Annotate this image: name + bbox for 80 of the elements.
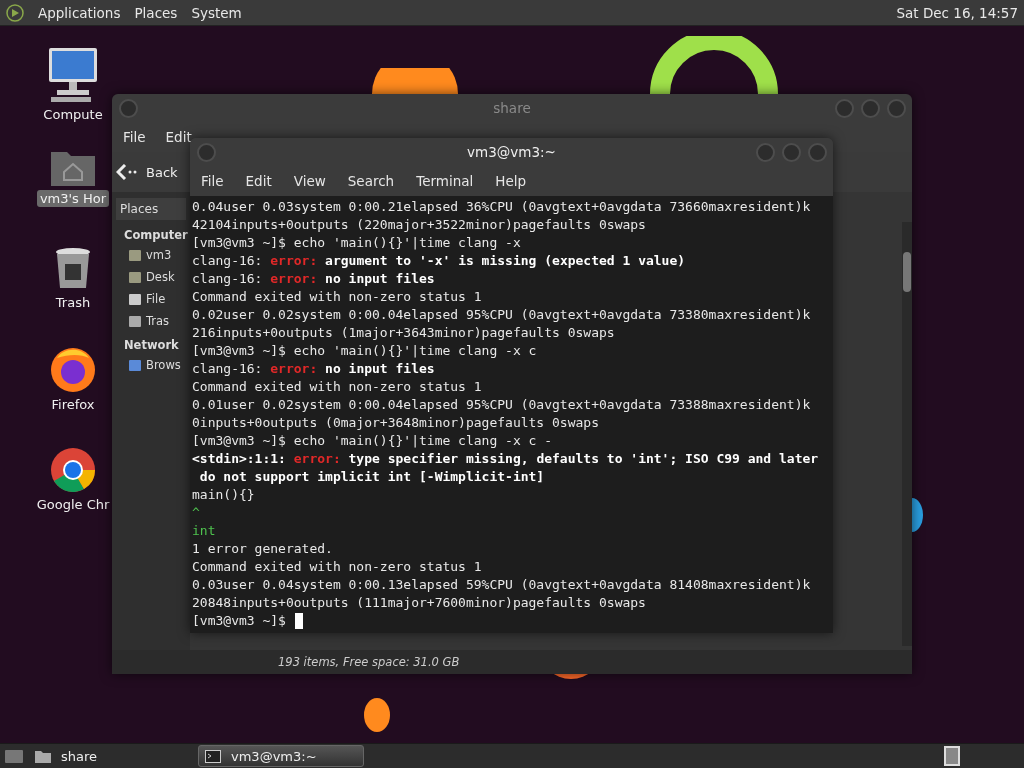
window-title: vm3@vm3:~ xyxy=(467,144,556,160)
sidebar-heading[interactable]: Places xyxy=(116,198,186,220)
terminal-line: [vm3@vm3 ~]$ echo 'main(){}'|time clang -x c xyxy=(192,342,537,360)
close-button[interactable] xyxy=(808,143,827,162)
close-button[interactable] xyxy=(887,99,906,118)
desktop-icon-label[interactable]: Trash xyxy=(52,294,94,311)
logo-icon xyxy=(6,3,24,22)
terminal-line: Command exited with non-zero status 1 xyxy=(192,288,482,306)
desktop-icon-label[interactable]: Compute xyxy=(40,106,106,123)
browser-icon xyxy=(49,346,97,394)
sidebar-item[interactable]: File xyxy=(146,292,166,306)
terminal-line: 42104inputs+0outputs (220major+3522minor)pagefaults 0swaps xyxy=(192,216,646,234)
terminal-line: Command exited with non-zero status 1 xyxy=(192,558,482,576)
minimize-button[interactable] xyxy=(835,99,854,118)
desktop-icon-label[interactable]: Google Chr xyxy=(33,496,113,513)
folder-icon xyxy=(35,749,51,763)
show-desktop-icon xyxy=(4,748,24,764)
sidebar-item[interactable]: Tras xyxy=(146,314,170,328)
terminal-line: <stdin>:1:1: error: type specifier missing, defaults to 'int'; ISO C99 and later xyxy=(192,450,819,468)
terminal-line: [vm3@vm3 ~]$ xyxy=(192,612,286,630)
sidebar-item[interactable]: Desk xyxy=(146,270,175,284)
maximize-button[interactable] xyxy=(861,99,880,118)
terminal-line: 0.04user 0.03system 0:00.21elapsed 36%CPU (0avgtext+0avgdata 73660maxresident)k xyxy=(192,198,811,216)
maximize-button[interactable] xyxy=(782,143,801,162)
workspace-switcher[interactable] xyxy=(944,746,960,766)
minimize-button[interactable] xyxy=(756,143,775,162)
menu-item[interactable]: Edit xyxy=(245,173,272,189)
menu-item[interactable]: Search xyxy=(347,173,395,189)
drive-icon xyxy=(128,292,142,306)
terminal-icon xyxy=(205,749,221,763)
taskbar-button[interactable]: vm3@vm3:~ xyxy=(198,745,364,767)
terminal-line: 0.02user 0.02system 0:00.04elapsed 95%CPU (0avgtext+0avgdata 73380maxresident)k xyxy=(192,306,811,324)
scrollbar[interactable] xyxy=(902,222,912,646)
back-arrow-icon xyxy=(116,164,138,180)
terminal-line: 0.03user 0.04system 0:00.13elapsed 59%CPU (0avgtext+0avgdata 81408maxresident)k xyxy=(192,576,811,594)
window-menu-button[interactable] xyxy=(197,143,216,162)
sidebar-section-title: Network xyxy=(123,338,179,352)
sidebar-section-title: Computer xyxy=(123,228,188,242)
terminal-line: clang-16: error: no input files xyxy=(192,360,435,378)
terminal-line: 0inputs+0outputs (0major+3648minor)pagefaults 0swaps xyxy=(192,414,599,432)
back-button[interactable]: Back xyxy=(116,162,178,182)
status-text: 193 items, Free space: 31.0 GB xyxy=(278,655,460,669)
terminal-line: ^ xyxy=(192,504,200,522)
menu-item[interactable]: Edit xyxy=(165,129,192,145)
text-cursor xyxy=(294,613,303,629)
window-title: share xyxy=(493,100,531,116)
browser-icon xyxy=(49,446,97,494)
taskbar-button[interactable]: share xyxy=(28,745,194,767)
terminal-line: clang-16: error: no input files xyxy=(192,270,435,288)
panel-menu[interactable]: Applications xyxy=(38,4,121,21)
desktop-icon-label[interactable]: Firefox xyxy=(48,396,98,413)
network-icon xyxy=(128,358,142,372)
terminal-line: 1 error generated. xyxy=(192,540,333,558)
terminal-line: [vm3@vm3 ~]$ echo 'main(){}'|time clang -x xyxy=(192,234,521,252)
window-menu-button[interactable] xyxy=(119,99,138,118)
terminal-line: 216inputs+0outputs (1major+3643minor)pagefaults 0swaps xyxy=(192,324,615,342)
terminal-line: main(){} xyxy=(192,486,255,504)
terminal-line: 0.01user 0.02system 0:00.04elapsed 95%CPU (0avgtext+0avgdata 73388maxresident)k xyxy=(192,396,811,414)
folder-icon xyxy=(128,270,142,284)
panel-menu[interactable]: System xyxy=(191,4,242,21)
panel-menu[interactable]: Places xyxy=(134,4,178,21)
sidebar-item[interactable]: Brows xyxy=(146,358,181,372)
menu-item[interactable]: View xyxy=(293,173,326,189)
clock: Sat Dec 16, 14:57 xyxy=(896,4,1018,21)
sidebar-item[interactable]: vm3 xyxy=(146,248,172,262)
desktop-icon-label[interactable]: vm3's Hor xyxy=(36,190,110,207)
terminal-line: clang-16: error: argument to '-x' is missing (expected 1 value) xyxy=(192,252,686,270)
computer-icon xyxy=(47,46,99,104)
menu-item[interactable]: File xyxy=(123,129,146,145)
folder-icon xyxy=(128,248,142,262)
terminal-line: int xyxy=(192,522,216,540)
terminal-line: do not support implicit int [-Wimplicit-int] xyxy=(198,468,545,486)
terminal-line: Command exited with non-zero status 1 xyxy=(192,378,482,396)
menu-item[interactable]: Terminal xyxy=(416,173,474,189)
wallpaper-circle xyxy=(364,698,390,732)
terminal-line: [vm3@vm3 ~]$ echo 'main(){}'|time clang -x c - xyxy=(192,432,553,450)
trash-icon xyxy=(128,314,142,328)
menu-item[interactable]: File xyxy=(201,173,224,189)
terminal-line: 20848inputs+0outputs (111major+7600minor)pagefaults 0swaps xyxy=(192,594,646,612)
menu-item[interactable]: Help xyxy=(495,173,527,189)
